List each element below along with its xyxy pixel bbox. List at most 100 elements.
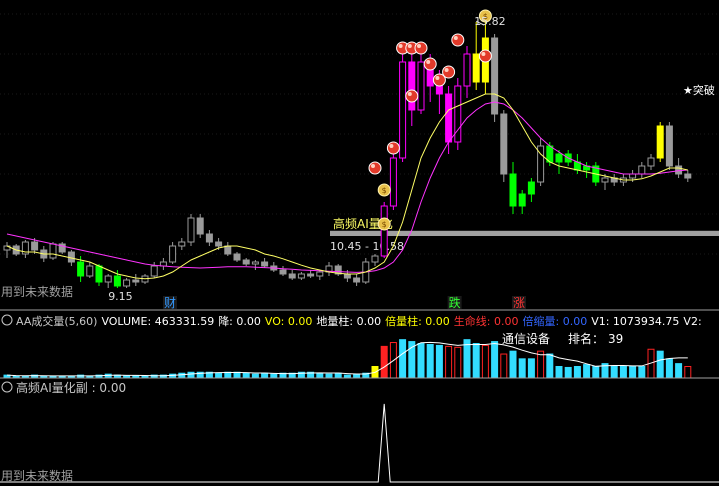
svg-text:$: $ bbox=[382, 220, 387, 229]
volume-bar bbox=[104, 373, 112, 379]
candle-body bbox=[224, 245, 232, 255]
money-bag-icon: $ bbox=[377, 183, 391, 197]
ball-icon bbox=[423, 57, 437, 71]
candle-body bbox=[500, 113, 508, 175]
volume-header-item: VOLUME: 463331.59 bbox=[101, 315, 214, 328]
event-marker: 涨 bbox=[512, 295, 526, 310]
volume-header-item: 地量柱: 0.00 bbox=[316, 314, 381, 328]
volume-header-item: AA成交量(5,60) bbox=[16, 314, 97, 328]
candle-body bbox=[77, 261, 85, 277]
volume-bar bbox=[629, 366, 637, 379]
candle-body bbox=[233, 253, 241, 261]
ball-icon bbox=[386, 141, 400, 155]
volume-bar bbox=[325, 373, 333, 379]
volume-bar bbox=[675, 363, 683, 379]
volume-header-item: V2: bbox=[683, 315, 701, 328]
candle-body bbox=[31, 241, 39, 251]
candle-body bbox=[445, 93, 453, 143]
volume-bar bbox=[454, 346, 462, 379]
event-marker: 跌 bbox=[447, 295, 462, 310]
svg-text:$: $ bbox=[382, 186, 387, 195]
volume-header-item: VO: 0.00 bbox=[265, 315, 313, 328]
volume-header-item: 生命线: 0.00 bbox=[454, 314, 519, 328]
high-price-label: 15.82 bbox=[474, 15, 506, 28]
volume-bar bbox=[481, 344, 489, 379]
candle-body bbox=[205, 233, 213, 243]
candle-body bbox=[371, 255, 379, 263]
event-marker: 财 bbox=[163, 296, 177, 310]
candle-body bbox=[665, 125, 673, 167]
candle-body bbox=[113, 275, 121, 287]
candle-body bbox=[555, 153, 563, 163]
volume-bar bbox=[564, 366, 572, 379]
volume-bar bbox=[187, 371, 195, 379]
volume-bar bbox=[445, 345, 453, 379]
ball-icon bbox=[478, 49, 492, 63]
volume-bar bbox=[353, 373, 361, 379]
candle-body bbox=[389, 157, 397, 207]
event-marker-label: 跌 bbox=[449, 295, 461, 310]
stock-chart[interactable]: 高频AI量化 10.45 - 10.58 $$$ 15.82 9.15 ★突破 … bbox=[0, 0, 719, 486]
volume-bar bbox=[555, 366, 563, 379]
volume-bar bbox=[215, 372, 223, 379]
candle-body bbox=[408, 61, 416, 111]
candle-body bbox=[196, 217, 204, 235]
candle-body bbox=[399, 61, 407, 159]
candle-body bbox=[527, 181, 535, 195]
volume-bar bbox=[518, 358, 526, 379]
volume-bar bbox=[261, 372, 269, 379]
candle-body bbox=[380, 205, 388, 257]
rank-value: 39 bbox=[608, 332, 623, 346]
candle-body bbox=[656, 125, 664, 159]
volume-bar bbox=[619, 366, 627, 379]
watermark-ai: 用到未来数据 bbox=[1, 468, 73, 483]
volume-bar bbox=[463, 339, 471, 379]
candle-body bbox=[463, 53, 471, 87]
candle-body bbox=[187, 217, 195, 243]
volume-bar bbox=[573, 366, 581, 379]
volume-bar bbox=[592, 366, 600, 379]
volume-header-item: 降: 0.00 bbox=[218, 314, 261, 328]
candle-body bbox=[472, 53, 480, 83]
rank-label: 排名： bbox=[568, 331, 604, 346]
candle-body bbox=[169, 245, 177, 263]
money-bag-icon: $ bbox=[377, 217, 391, 231]
candle-body bbox=[353, 277, 361, 283]
volume-bar bbox=[527, 358, 535, 379]
candle-body bbox=[123, 279, 131, 287]
candle-body bbox=[307, 273, 315, 277]
volume-bar bbox=[242, 372, 250, 379]
ai-panel-header: 高频AI量化副 : 0.00 bbox=[16, 380, 126, 395]
volume-bar bbox=[399, 339, 407, 379]
candle-body bbox=[261, 261, 269, 267]
ball-icon bbox=[368, 161, 382, 175]
volume-bar bbox=[472, 343, 480, 379]
volume-bar bbox=[251, 373, 259, 379]
candle-body bbox=[454, 85, 462, 143]
volume-bar bbox=[509, 350, 517, 379]
volume-header: AA成交量(5,60) VOLUME: 463331.59 降: 0.00 VO: 0… bbox=[1, 314, 702, 328]
volume-bar bbox=[491, 341, 499, 379]
candle-body bbox=[647, 157, 655, 167]
candle-body bbox=[67, 251, 75, 263]
candle-body bbox=[509, 173, 517, 207]
candle-body bbox=[417, 61, 425, 111]
candle-body bbox=[242, 259, 250, 265]
volume-header-item: 倍缩量: 0.00 bbox=[523, 314, 588, 328]
volume-bar bbox=[684, 366, 692, 379]
candle-body bbox=[601, 177, 609, 183]
volume-bar bbox=[316, 372, 324, 379]
watermark-main: 用到未来数据 bbox=[1, 284, 73, 299]
candle-body bbox=[279, 269, 287, 275]
volume-bar bbox=[665, 358, 673, 379]
sector-label: 通信设备 bbox=[502, 332, 550, 346]
volume-bar bbox=[270, 373, 278, 379]
candle-body bbox=[638, 165, 646, 175]
volume-bar bbox=[224, 371, 232, 379]
volume-bar bbox=[380, 345, 388, 379]
candle-body bbox=[104, 275, 112, 283]
candle-body bbox=[132, 279, 140, 283]
candle-body bbox=[518, 193, 526, 207]
candle-body bbox=[675, 165, 683, 175]
ball-icon bbox=[414, 41, 428, 55]
